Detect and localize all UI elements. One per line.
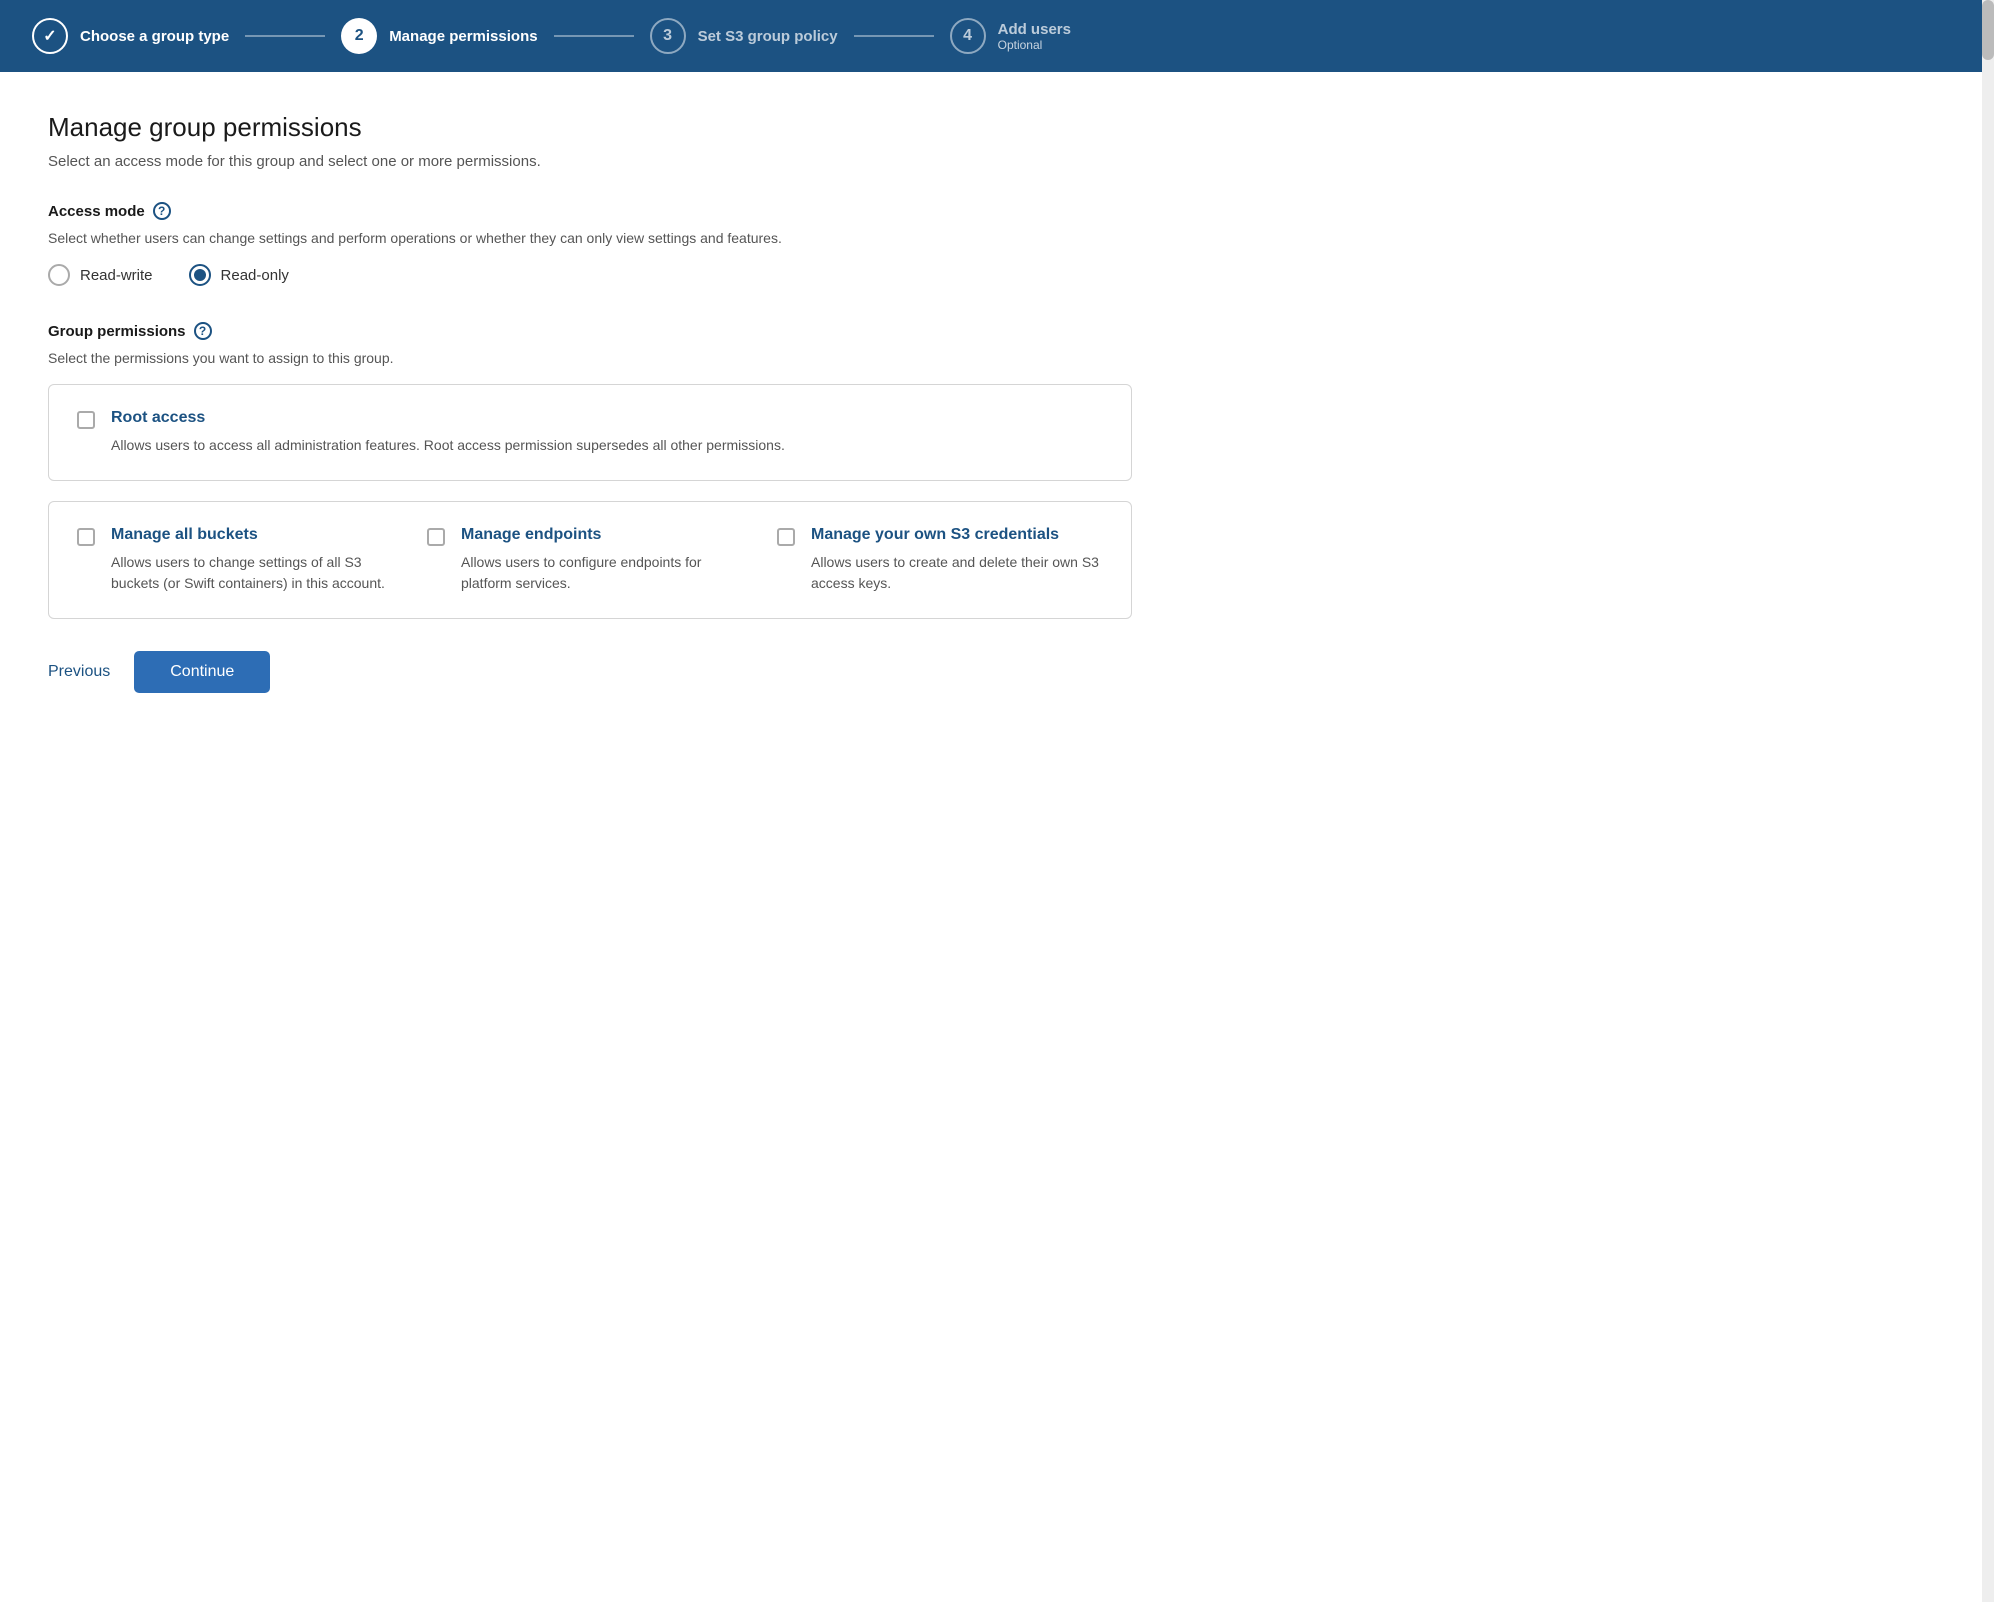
step-connector-3	[854, 35, 934, 37]
other-permissions-card: Manage all buckets Allows users to chang…	[48, 501, 1132, 619]
radio-read-only-circle	[189, 264, 211, 286]
manage-buckets-desc: Allows users to change settings of all S…	[111, 552, 403, 594]
radio-read-only[interactable]: Read-only	[189, 264, 289, 286]
manage-s3-credentials-desc: Allows users to create and delete their …	[811, 552, 1103, 594]
manage-s3-credentials-title: Manage your own S3 credentials	[811, 526, 1103, 544]
continue-button[interactable]: Continue	[134, 651, 270, 693]
scrollbar-track[interactable]	[1982, 0, 1994, 1602]
wizard-step-1[interactable]: ✓ Choose a group type	[32, 18, 229, 54]
manage-buckets-info: Manage all buckets Allows users to chang…	[111, 526, 403, 594]
wizard-step-3[interactable]: 3 Set S3 group policy	[650, 18, 838, 54]
page-subtitle: Select an access mode for this group and…	[48, 153, 1132, 170]
step-1-circle: ✓	[32, 18, 68, 54]
access-mode-radio-group: Read-write Read-only	[48, 264, 1132, 286]
radio-read-write-circle	[48, 264, 70, 286]
access-mode-help-icon[interactable]: ?	[153, 202, 171, 220]
group-permissions-description: Select the permissions you want to assig…	[48, 350, 1132, 366]
step-2-label: Manage permissions	[389, 28, 537, 45]
manage-endpoints-checkbox[interactable]	[427, 528, 445, 546]
radio-read-write[interactable]: Read-write	[48, 264, 153, 286]
group-permissions-section-label: Group permissions ?	[48, 322, 1132, 340]
manage-buckets-checkbox[interactable]	[77, 528, 95, 546]
access-mode-description: Select whether users can change settings…	[48, 230, 1132, 246]
group-permissions-help-icon[interactable]: ?	[194, 322, 212, 340]
wizard-step-4[interactable]: 4 Add users Optional	[950, 18, 1071, 54]
wizard-header: ✓ Choose a group type 2 Manage permissio…	[0, 0, 1994, 72]
root-access-info: Root access Allows users to access all a…	[111, 409, 785, 456]
permissions-grid: Manage all buckets Allows users to chang…	[77, 526, 1103, 594]
step-4-circle: 4	[950, 18, 986, 54]
main-content: Manage group permissions Select an acces…	[0, 72, 1180, 741]
root-access-checkbox[interactable]	[77, 411, 95, 429]
manage-s3-credentials-item: Manage your own S3 credentials Allows us…	[777, 526, 1103, 594]
action-bar: Previous Continue	[48, 651, 1132, 693]
manage-s3-credentials-info: Manage your own S3 credentials Allows us…	[811, 526, 1103, 594]
manage-buckets-item: Manage all buckets Allows users to chang…	[77, 526, 403, 594]
scrollbar-thumb[interactable]	[1982, 0, 1994, 60]
root-access-card: Root access Allows users to access all a…	[48, 384, 1132, 481]
page-title: Manage group permissions	[48, 112, 1132, 143]
manage-endpoints-item: Manage endpoints Allows users to configu…	[427, 526, 753, 594]
manage-endpoints-title: Manage endpoints	[461, 526, 753, 544]
step-2-circle: 2	[341, 18, 377, 54]
step-connector-1	[245, 35, 325, 37]
step-4-label: Add users Optional	[998, 21, 1071, 52]
manage-s3-credentials-checkbox[interactable]	[777, 528, 795, 546]
manage-buckets-title: Manage all buckets	[111, 526, 403, 544]
previous-button[interactable]: Previous	[48, 653, 110, 691]
step-3-circle: 3	[650, 18, 686, 54]
step-3-label: Set S3 group policy	[698, 28, 838, 45]
root-access-item: Root access Allows users to access all a…	[77, 409, 1103, 456]
root-access-title: Root access	[111, 409, 785, 427]
manage-endpoints-desc: Allows users to configure endpoints for …	[461, 552, 753, 594]
manage-endpoints-info: Manage endpoints Allows users to configu…	[461, 526, 753, 594]
access-mode-section-label: Access mode ?	[48, 202, 1132, 220]
step-connector-2	[554, 35, 634, 37]
step-1-label: Choose a group type	[80, 28, 229, 45]
root-access-desc: Allows users to access all administratio…	[111, 435, 785, 456]
wizard-step-2[interactable]: 2 Manage permissions	[341, 18, 537, 54]
